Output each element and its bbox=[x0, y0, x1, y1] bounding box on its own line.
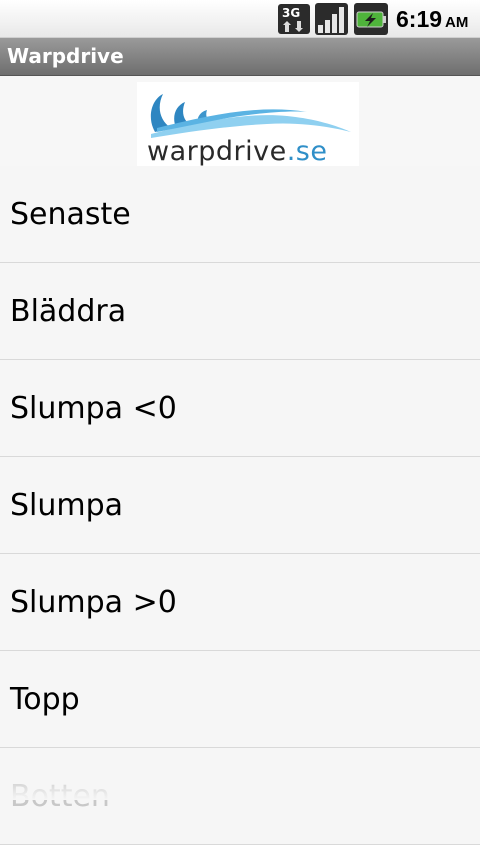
battery-charging-icon bbox=[354, 3, 388, 35]
menu-item-slumpa[interactable]: Slumpa bbox=[0, 457, 480, 554]
main-menu-list: Senaste Bläddra Slumpa <0 Slumpa Slumpa … bbox=[0, 166, 480, 845]
menu-item-label: Slumpa >0 bbox=[10, 585, 177, 620]
menu-item-label: Slumpa bbox=[10, 488, 124, 523]
status-time: 6:19 AM bbox=[396, 4, 468, 34]
logo-header: warpdrive.se bbox=[0, 76, 480, 167]
svg-text:3G: 3G bbox=[282, 6, 300, 20]
app-title: Warpdrive bbox=[7, 44, 124, 68]
menu-item-bladdra[interactable]: Bläddra bbox=[0, 263, 480, 360]
menu-item-label: Botten bbox=[10, 779, 110, 814]
menu-item-senaste[interactable]: Senaste bbox=[0, 166, 480, 263]
menu-item-topp[interactable]: Topp bbox=[0, 651, 480, 748]
status-bar: 3G 6:19 AM bbox=[0, 0, 480, 38]
title-bar: Warpdrive bbox=[0, 38, 480, 76]
status-time-ampm: AM bbox=[445, 14, 469, 31]
status-time-value: 6:19 bbox=[396, 6, 443, 32]
menu-item-label: Slumpa <0 bbox=[10, 391, 177, 426]
menu-item-label: Bläddra bbox=[10, 294, 127, 329]
menu-item-label: Topp bbox=[10, 682, 80, 717]
menu-item-botten[interactable]: Botten bbox=[0, 748, 480, 845]
network-3g-icon: 3G bbox=[277, 3, 311, 35]
signal-strength-icon bbox=[315, 3, 348, 35]
warpdrive-logo: warpdrive.se bbox=[137, 82, 359, 167]
logo-wordmark: warpdrive.se bbox=[147, 136, 327, 167]
logo-wordmark-tld: .se bbox=[286, 136, 328, 167]
wave-logo-icon bbox=[150, 94, 351, 138]
menu-item-slumpa-negative[interactable]: Slumpa <0 bbox=[0, 360, 480, 457]
menu-item-slumpa-positive[interactable]: Slumpa >0 bbox=[0, 554, 480, 651]
menu-item-label: Senaste bbox=[10, 197, 131, 232]
logo-wordmark-name: warpdrive bbox=[147, 136, 287, 167]
